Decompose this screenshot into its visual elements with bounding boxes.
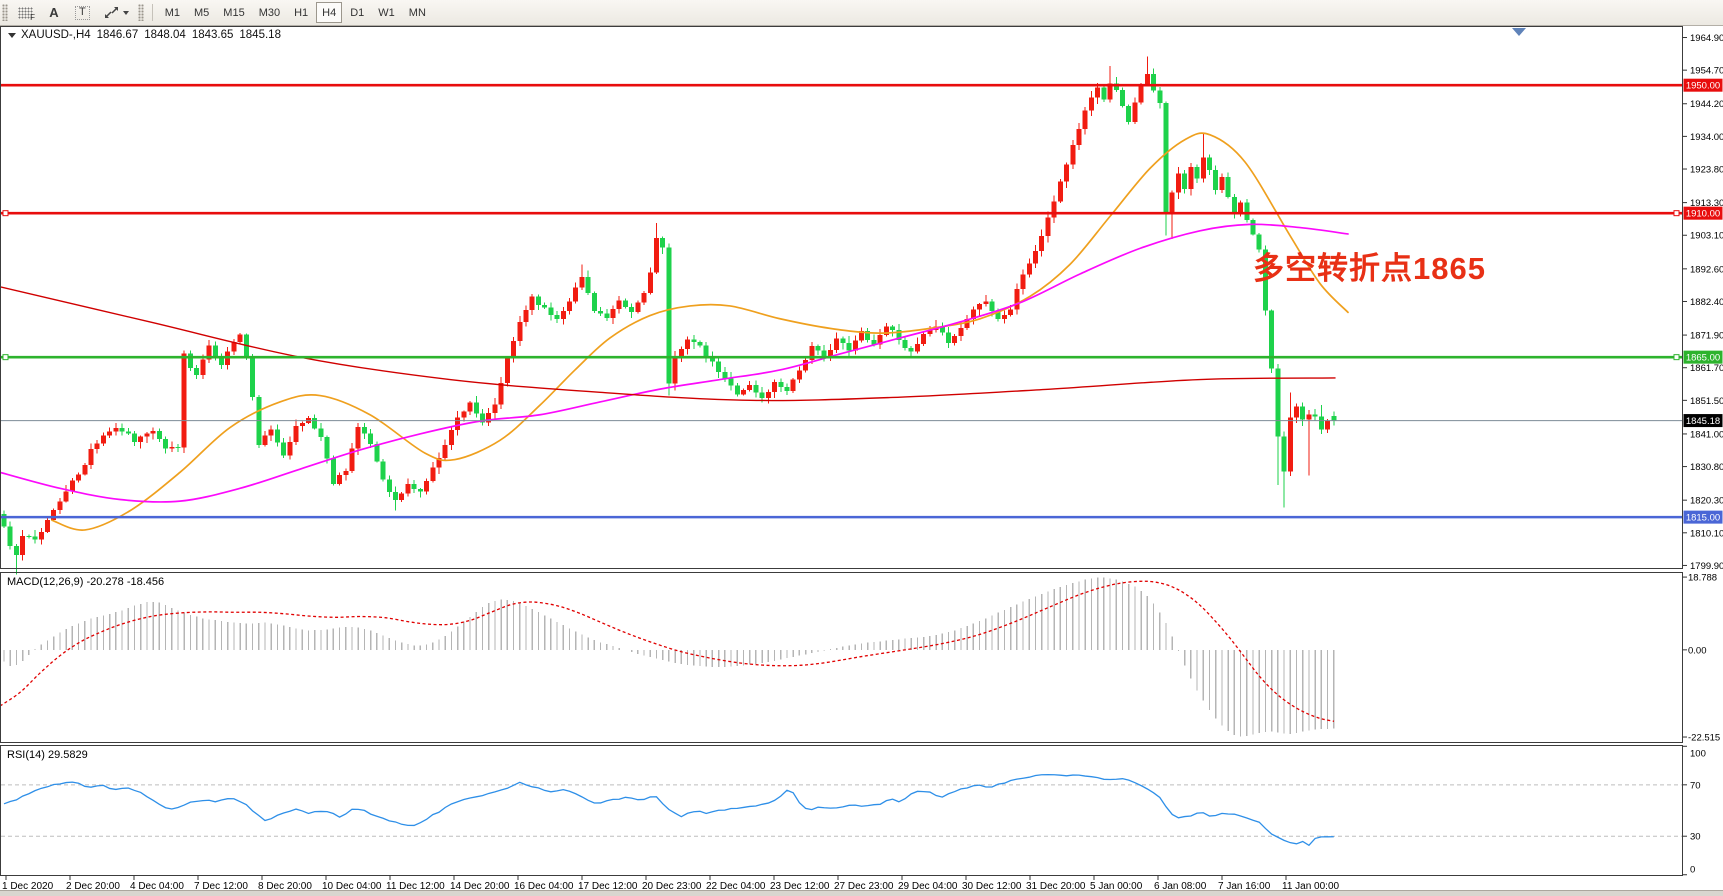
chart-shift-marker-icon <box>1512 28 1526 36</box>
diagonal-arrows-icon <box>104 6 119 19</box>
price-axis-label: 1841.00 <box>1690 429 1723 440</box>
price-axis-label: 1964.90 <box>1690 33 1723 44</box>
ohlc-high: 1848.04 <box>144 29 186 41</box>
timeframe-button-h1[interactable]: H1 <box>288 2 314 23</box>
price-axis-label: 1954.70 <box>1690 66 1723 77</box>
timeframe-button-m5[interactable]: M5 <box>188 2 215 23</box>
main-panel-frame <box>1 27 1683 569</box>
line-handle[interactable] <box>1674 355 1679 360</box>
current-price-badge: 1845.18 <box>1684 414 1723 427</box>
ohlc-open: 1846.67 <box>97 29 139 41</box>
price-axis-label: 1871.90 <box>1690 331 1723 342</box>
chart-annotation-text[interactable]: 多空转折点1865 <box>1253 243 1486 288</box>
timeframe-button-d1[interactable]: D1 <box>344 2 370 23</box>
timeframe-button-mn[interactable]: MN <box>403 2 432 23</box>
arrows-tool-button[interactable] <box>98 2 135 23</box>
text-label-tool-button[interactable]: T <box>69 2 96 23</box>
line-handle[interactable] <box>1674 211 1679 216</box>
svg-text:1815.00: 1815.00 <box>1686 513 1720 524</box>
line-handle[interactable] <box>3 211 8 216</box>
svg-text:1950.00: 1950.00 <box>1686 81 1720 92</box>
bottom-strip <box>0 890 1723 896</box>
price-axis-label: 1892.60 <box>1690 264 1723 275</box>
macd-signal-line <box>0 581 1334 721</box>
price-axis-label: 1830.80 <box>1690 462 1723 473</box>
grid-f-icon: F <box>18 7 33 19</box>
ma-fast-orange <box>52 133 1348 530</box>
svg-text:1910.00: 1910.00 <box>1686 209 1720 220</box>
price-axis-label: 1820.30 <box>1690 496 1723 507</box>
price-badge-1865.00: 1865.00 <box>1684 351 1723 364</box>
toolbar-drag-handle[interactable] <box>2 4 8 21</box>
price-axis-label: 1903.10 <box>1690 231 1723 242</box>
ohlc-low: 1843.65 <box>192 29 234 41</box>
dropdown-caret-icon <box>123 11 129 15</box>
chart-title: XAUUSD-,H4 1846.67 1848.04 1843.65 1845.18 <box>8 29 287 41</box>
svg-text:1865.00: 1865.00 <box>1686 353 1720 364</box>
timeframe-button-m30[interactable]: M30 <box>253 2 286 23</box>
macd-histogram <box>4 577 1334 736</box>
price-badge-1950.00: 1950.00 <box>1684 79 1723 92</box>
text-label-t-icon: T <box>75 6 90 20</box>
macd-indicator-label: MACD(12,26,9) -20.278 -18.456 <box>7 576 164 588</box>
svg-text:1845.18: 1845.18 <box>1686 416 1720 427</box>
chart-canvas[interactable]: 1964.901954.701944.201934.001923.801913.… <box>0 0 1723 896</box>
timeframe-button-w1[interactable]: W1 <box>372 2 401 23</box>
text-tool-button[interactable]: A <box>41 2 67 23</box>
toolbar-separator <box>152 4 153 21</box>
price-axis-label: 1799.90 <box>1690 561 1723 572</box>
price-axis-label: 1882.40 <box>1690 297 1723 308</box>
timeframe-buttons: M1M5M15M30H1H4D1W1MN <box>158 2 433 23</box>
timeframe-button-m1[interactable]: M1 <box>159 2 186 23</box>
price-badge-1910.00: 1910.00 <box>1684 207 1723 220</box>
macd-panel-frame <box>1 573 1683 743</box>
price-axis-label: 1944.20 <box>1690 99 1723 110</box>
rsi-axis-label: 100 <box>1690 749 1706 760</box>
grid-f-tool-button[interactable]: F <box>12 2 39 23</box>
macd-axis-label: 0.00 <box>1688 645 1707 656</box>
mt4-window: F A T M1M5M15M30H1H4D1W1MN 1964.90 1954.7… <box>0 0 1723 896</box>
price-axis-label: 1923.80 <box>1690 165 1723 176</box>
collapse-triangle-icon[interactable] <box>8 33 16 38</box>
rsi-axis-label: 30 <box>1690 832 1701 843</box>
timeframe-button-h4[interactable]: H4 <box>316 2 342 23</box>
rsi-indicator-label: RSI(14) 29.5829 <box>7 749 88 761</box>
price-axis-label: 1934.00 <box>1690 132 1723 143</box>
price-axis: 1964.901954.701944.201934.001923.801913.… <box>1683 33 1723 875</box>
price-axis-label: 1851.50 <box>1690 396 1723 407</box>
rsi-axis-label: 0 <box>1690 865 1695 876</box>
symbol-period-label: XAUUSD-,H4 <box>21 29 91 41</box>
ohlc-close: 1845.18 <box>239 29 281 41</box>
macd-axis-label: 18.788 <box>1688 573 1717 584</box>
macd-axis-label: -22.515 <box>1688 733 1720 744</box>
price-axis-label: 1810.10 <box>1690 528 1723 539</box>
line-handle[interactable] <box>3 355 8 360</box>
toolbar: F A T M1M5M15M30H1H4D1W1MN <box>0 0 1723 26</box>
price-axis-label: 1861.70 <box>1690 363 1723 374</box>
toolbar-separator-handle <box>138 4 144 21</box>
timeframe-button-m15[interactable]: M15 <box>217 2 250 23</box>
rsi-axis-label: 70 <box>1690 780 1701 791</box>
text-a-icon: A <box>49 5 58 20</box>
price-badge-1815.00: 1815.00 <box>1684 511 1723 524</box>
